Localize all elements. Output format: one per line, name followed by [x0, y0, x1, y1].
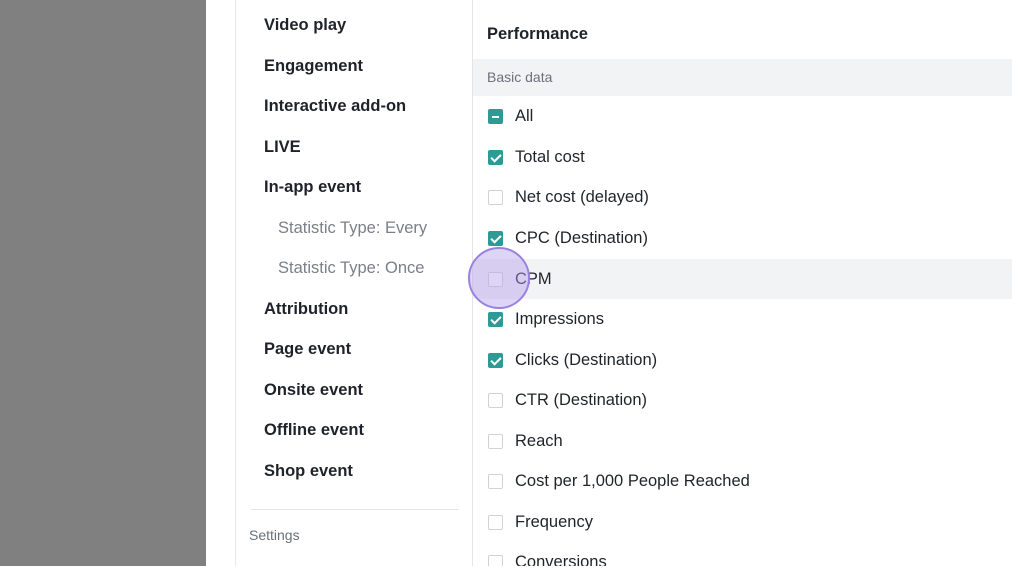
metric-label: Frequency: [515, 512, 593, 531]
metric-row-ctr[interactable]: CTR (Destination): [488, 389, 647, 411]
metric-label: Total cost: [515, 147, 585, 166]
metric-checkbox[interactable]: [488, 514, 503, 530]
nav-item-live[interactable]: LIVE: [264, 136, 301, 158]
metric-checkbox[interactable]: [488, 149, 503, 165]
sidebar-divider: [251, 509, 459, 510]
section-title: Performance: [487, 25, 588, 43]
metric-row-clicks[interactable]: Clicks (Destination): [488, 349, 657, 371]
metric-label: CTR (Destination): [515, 390, 648, 409]
metric-row-frequency[interactable]: Frequency: [488, 511, 593, 533]
column-customization-panel: Video play Engagement Interactive add-on…: [206, 0, 1024, 566]
panel-left-border: [235, 0, 236, 566]
metric-row-cpm[interactable]: CPM: [488, 268, 552, 290]
metric-checkbox[interactable]: [488, 392, 503, 408]
group-header-label: Basic data: [487, 69, 553, 85]
metric-label: Impressions: [515, 309, 604, 328]
metric-checkbox[interactable]: [488, 271, 503, 287]
nav-item-attribution[interactable]: Attribution: [264, 298, 348, 320]
metric-label: All: [515, 106, 534, 125]
metric-row-net-cost[interactable]: Net cost (delayed): [488, 186, 649, 208]
nav-item-offline-event[interactable]: Offline event: [264, 419, 364, 441]
metric-checkbox[interactable]: [488, 352, 503, 368]
metric-checkbox[interactable]: [488, 230, 503, 246]
nav-subitem-statistic-every[interactable]: Statistic Type: Every: [278, 217, 427, 239]
nav-item-engagement[interactable]: Engagement: [264, 55, 363, 77]
metric-row-cost-per-1000-reached[interactable]: Cost per 1,000 People Reached: [488, 470, 750, 492]
nav-item-page-event[interactable]: Page event: [264, 338, 351, 360]
nav-item-onsite-event[interactable]: Onsite event: [264, 379, 363, 401]
metric-row-total-cost[interactable]: Total cost: [488, 146, 585, 168]
metric-checkbox[interactable]: [488, 189, 503, 205]
metric-row-cpc[interactable]: CPC (Destination): [488, 227, 648, 249]
nav-item-shop-event[interactable]: Shop event: [264, 460, 353, 482]
nav-subitem-statistic-once[interactable]: Statistic Type: Once: [278, 257, 424, 279]
nav-item-video-play[interactable]: Video play: [264, 14, 346, 36]
metric-row-impressions[interactable]: Impressions: [488, 308, 604, 330]
nav-item-in-app-event[interactable]: In-app event: [264, 176, 361, 198]
metric-label: Clicks (Destination): [515, 350, 658, 369]
metric-row-reach[interactable]: Reach: [488, 430, 563, 452]
settings-label[interactable]: Settings: [249, 527, 300, 543]
metric-checkbox[interactable]: [488, 554, 503, 566]
group-header: Basic data: [473, 59, 1012, 96]
metric-label: CPC (Destination): [515, 228, 648, 247]
metric-checkbox[interactable]: [488, 433, 503, 449]
bottom-strip: [0, 566, 1024, 572]
metric-label: Cost per 1,000 People Reached: [515, 471, 750, 490]
metric-checkbox[interactable]: [488, 108, 503, 124]
metric-row-conversions[interactable]: Conversions: [488, 551, 607, 566]
metric-label: Conversions: [515, 552, 607, 567]
row-hover-highlight: [473, 259, 1012, 299]
metric-label: CPM: [515, 269, 552, 288]
metric-checkbox[interactable]: [488, 473, 503, 489]
nav-item-interactive-add-on[interactable]: Interactive add-on: [264, 95, 406, 117]
backdrop-overlay: [0, 0, 206, 566]
metric-row-all[interactable]: All: [488, 105, 533, 127]
metric-checkbox[interactable]: [488, 311, 503, 327]
metric-label: Reach: [515, 431, 563, 450]
metric-label: Net cost (delayed): [515, 187, 649, 206]
